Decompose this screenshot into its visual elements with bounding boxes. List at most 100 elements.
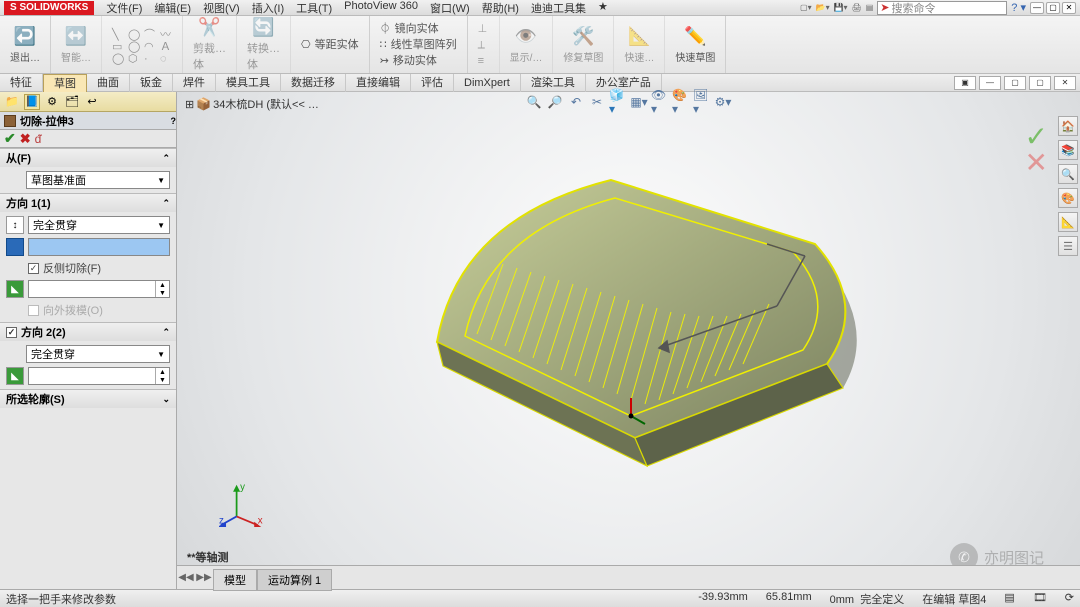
print-icon[interactable]: 🖨 <box>852 3 862 12</box>
section-contour-head[interactable]: 所选轮廓(S) ⌄ <box>0 390 176 408</box>
ribbon-fast-sketch[interactable]: ✏️ 快速草图 <box>665 16 726 73</box>
tab-scroll-right[interactable]: ▶▶ <box>195 572 213 583</box>
menu-insert[interactable]: 插入(I) <box>246 0 290 16</box>
taskpane-prop-icon[interactable]: ☰ <box>1058 236 1078 256</box>
open-dropdown-icon[interactable]: 📂▾ <box>816 3 830 12</box>
menu-star[interactable]: ★ <box>592 0 614 16</box>
view-settings-icon[interactable]: ⚙▾ <box>714 93 732 111</box>
ribbon-repair[interactable]: 🛠️ 修复草图 <box>553 16 614 73</box>
tab-model[interactable]: 模型 <box>213 569 257 591</box>
tab-motion-1[interactable]: 运动算例 1 <box>257 569 332 591</box>
dir2-draft-input[interactable]: ▲▼ <box>28 367 170 385</box>
accept-button[interactable]: ✔ <box>4 130 16 147</box>
menu-window[interactable]: 窗口(W) <box>424 0 476 16</box>
ribbon-relation-group[interactable]: ⊥⟂≡ <box>468 16 500 73</box>
ribbon-smart-dim[interactable]: ↔️ 智能… <box>51 16 102 73</box>
tab-features[interactable]: 特征 <box>0 74 43 92</box>
pm-tab-recover-icon[interactable]: ↩ <box>84 94 100 110</box>
pm-tab-display-icon[interactable]: 🗂 <box>64 94 80 110</box>
doc-close[interactable]: ✕ <box>1054 76 1076 90</box>
dir1-endcond-select[interactable]: 完全贯穿 ▼ <box>28 216 170 234</box>
zoom-fit-icon[interactable]: 🔍 <box>525 93 543 111</box>
ribbon-sketch-shapes[interactable]: ╲◯⌒〰 ▭◯◠Ａ ◯⬡·◌ <box>102 16 183 73</box>
menu-midi[interactable]: 迪迪工具集 <box>525 0 592 16</box>
help-icon[interactable]: ? ▾ <box>1011 1 1026 14</box>
section-from-head[interactable]: 从(F) ⌃ <box>0 149 176 167</box>
dir2-draft-button[interactable]: ◣ <box>6 367 24 385</box>
pm-tab-config-icon[interactable]: ⚙ <box>44 94 60 110</box>
prev-view-icon[interactable]: ↶ <box>567 93 585 111</box>
dir1-vector-button[interactable] <box>6 238 24 256</box>
dir2-enable-checkbox[interactable]: ✓ <box>6 327 17 338</box>
dir2-endcond-select[interactable]: 完全贯穿 ▼ <box>26 345 170 363</box>
pm-tab-feature-tree-icon[interactable]: 📁 <box>4 94 20 110</box>
taskpane-home-icon[interactable]: 🏠 <box>1058 116 1078 136</box>
section-dir1-head[interactable]: 方向 1(1) ⌃ <box>0 194 176 212</box>
menu-view[interactable]: 视图(V) <box>197 0 246 16</box>
tab-evaluate[interactable]: 评估 <box>411 74 454 92</box>
menu-photoview[interactable]: PhotoView 360 <box>338 0 424 16</box>
section-view-icon[interactable]: ✂ <box>588 93 606 111</box>
tab-scroll-left[interactable]: ◀◀ <box>177 572 195 583</box>
tab-datamig[interactable]: 数据迁移 <box>281 74 346 92</box>
restore-button[interactable]: ▢ <box>1046 2 1060 14</box>
new-doc-dropdown-icon[interactable]: ▢▾ <box>800 3 812 12</box>
view-orient-icon[interactable]: 🧊▾ <box>609 93 627 111</box>
display-style-icon[interactable]: ▦▾ <box>630 93 648 111</box>
save-icon[interactable]: 💾▾ <box>834 3 848 12</box>
draft-button[interactable]: ◣ <box>6 280 24 298</box>
view-triad[interactable]: y x z <box>219 483 263 527</box>
doc-collapse[interactable]: ▣ <box>954 76 976 90</box>
ribbon-fast-snap[interactable]: 📐 快速… <box>614 16 665 73</box>
minimize-button[interactable]: — <box>1030 2 1044 14</box>
close-button[interactable]: ✕ <box>1062 2 1076 14</box>
ribbon-pattern-group[interactable]: ⏀镜向实体 ∷线性草图阵列 ↣移动实体 <box>370 16 468 73</box>
taskpane-view-icon[interactable]: 🔍 <box>1058 164 1078 184</box>
tab-weldments[interactable]: 焊件 <box>173 74 216 92</box>
taskpane-resources-icon[interactable]: 📚 <box>1058 140 1078 160</box>
pm-tab-property-icon[interactable]: 📘 <box>24 94 40 110</box>
flip-side-checkbox[interactable]: ✓反侧切除(F) <box>28 260 170 276</box>
tab-sheetmetal[interactable]: 钣金 <box>130 74 173 92</box>
tab-sketch[interactable]: 草图 <box>43 74 87 92</box>
ribbon-display[interactable]: 👁️ 显示/… <box>500 16 554 73</box>
ribbon-offset-group[interactable]: ⎔等距实体 <box>291 16 370 73</box>
command-search[interactable]: ➤ 搜索命令 <box>877 1 1007 15</box>
rebuild-icon[interactable]: ▤ <box>866 3 874 12</box>
ribbon-convert[interactable]: 🔄 转换…体 <box>237 16 291 73</box>
ribbon-exit-sketch[interactable]: ↩️ 退出… <box>0 16 51 73</box>
menu-edit[interactable]: 编辑(E) <box>148 0 197 16</box>
draft-angle-input[interactable]: ▲▼ <box>28 280 170 298</box>
doc-min[interactable]: — <box>979 76 1001 90</box>
status-rebuild-icon[interactable]: ⟳ <box>1065 591 1074 607</box>
ribbon-trim[interactable]: ✂️ 剪裁…体 <box>183 16 237 73</box>
tab-directed[interactable]: 直接编辑 <box>346 74 411 92</box>
tab-render[interactable]: 渲染工具 <box>521 74 586 92</box>
apply-scene-icon[interactable]: 🖼▾ <box>693 93 711 111</box>
cancel-button[interactable]: ✖ <box>20 131 31 147</box>
from-select[interactable]: 草图基准面 ▼ <box>26 171 170 189</box>
dir1-depth-input[interactable] <box>28 238 170 256</box>
tab-dimxpert[interactable]: DimXpert <box>454 74 521 92</box>
confirm-corner-cancel[interactable]: ✕ <box>1025 146 1048 179</box>
tab-mold[interactable]: 模具工具 <box>216 74 281 92</box>
zoom-area-icon[interactable]: 🔎 <box>546 93 564 111</box>
taskpane-custom-icon[interactable]: 📐 <box>1058 212 1078 232</box>
flyout-tree[interactable]: ⊞ 📦 34木梳DH (默认<< … <box>185 96 319 112</box>
doc-max[interactable]: ▢ <box>1029 76 1051 90</box>
menu-help[interactable]: 帮助(H) <box>476 0 525 16</box>
hide-show-icon[interactable]: 👁▾ <box>651 93 669 111</box>
edit-appearance-icon[interactable]: 🎨▾ <box>672 93 690 111</box>
tab-surfaces[interactable]: 曲面 <box>87 74 130 92</box>
reverse-dir1-button[interactable]: ↕ <box>6 216 24 234</box>
menu-tools[interactable]: 工具(T) <box>290 0 338 16</box>
menu-file[interactable]: 文件(F) <box>100 0 148 16</box>
graphics-area[interactable]: ⊞ 📦 34木梳DH (默认<< … 🔍 🔎 ↶ ✂ 🧊▾ ▦▾ 👁▾ 🎨▾ 🖼… <box>177 92 1080 589</box>
detailed-preview-button[interactable]: ᵭ <box>35 132 42 146</box>
status-render-icon[interactable]: 🎞 <box>1033 591 1047 607</box>
taskpane-appearance-icon[interactable]: 🎨 <box>1058 188 1078 208</box>
expand-icon[interactable]: ⊞ <box>185 98 194 111</box>
doc-rest[interactable]: ▢ <box>1004 76 1026 90</box>
help-small-icon[interactable]: ? <box>171 116 177 126</box>
section-dir2-head[interactable]: ✓ 方向 2(2) ⌃ <box>0 323 176 341</box>
